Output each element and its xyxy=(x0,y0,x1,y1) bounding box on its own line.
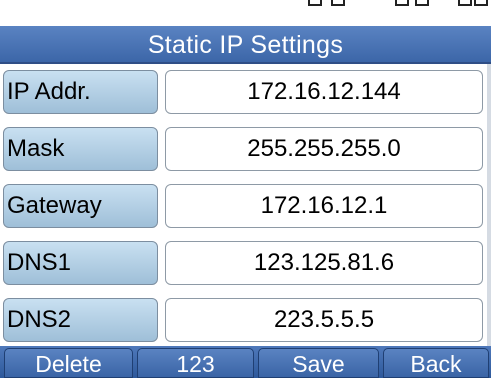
page-title: Static IP Settings xyxy=(0,26,491,64)
dns1-field[interactable]: 123.125.81.6 xyxy=(165,241,483,285)
scrollbar[interactable] xyxy=(487,64,491,346)
input-mode-softkey[interactable]: 123 xyxy=(137,348,254,378)
mask-row: Mask 255.255.255.0 xyxy=(0,127,491,171)
dns1-row: DNS1 123.125.81.6 xyxy=(0,241,491,285)
mask-label: Mask xyxy=(3,127,158,171)
ip-address-row: IP Addr. 172.16.12.144 xyxy=(0,70,491,114)
status-icon xyxy=(395,0,409,6)
mask-field[interactable]: 255.255.255.0 xyxy=(165,127,483,171)
status-icon xyxy=(308,0,322,6)
dns2-row: DNS2 223.5.5.5 xyxy=(0,298,491,342)
gateway-row: Gateway 172.16.12.1 xyxy=(0,184,491,228)
ip-address-field[interactable]: 172.16.12.144 xyxy=(165,70,483,114)
ip-address-label: IP Addr. xyxy=(3,70,158,114)
gateway-label: Gateway xyxy=(3,184,158,228)
delete-softkey[interactable]: Delete xyxy=(4,348,133,378)
save-softkey[interactable]: Save xyxy=(258,348,379,378)
dns2-label: DNS2 xyxy=(3,298,158,342)
static-ip-settings-screen: Static IP Settings IP Addr. 172.16.12.14… xyxy=(0,0,491,378)
dns1-label: DNS1 xyxy=(3,241,158,285)
status-icon xyxy=(474,0,488,6)
status-strip xyxy=(0,0,491,26)
status-icon xyxy=(415,0,429,6)
softkey-bar: Delete 123 Save Back xyxy=(0,346,491,378)
dns2-field[interactable]: 223.5.5.5 xyxy=(165,298,483,342)
status-icon xyxy=(331,0,345,6)
status-icon xyxy=(458,0,472,6)
back-softkey[interactable]: Back xyxy=(383,348,489,378)
gateway-field[interactable]: 172.16.12.1 xyxy=(165,184,483,228)
